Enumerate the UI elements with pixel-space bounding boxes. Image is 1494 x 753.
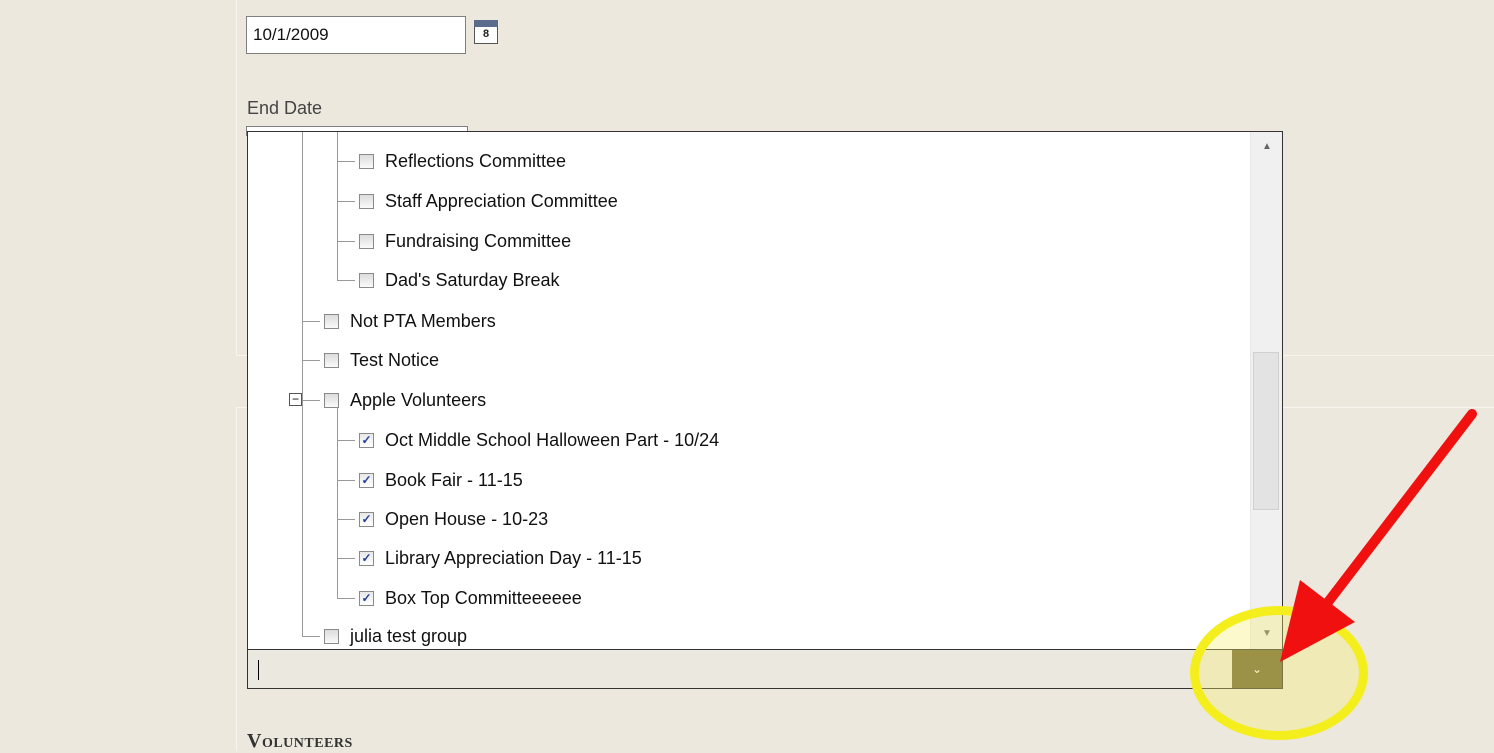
- tree-connector: [337, 558, 355, 559]
- tree-connector: [337, 519, 355, 520]
- tree-connector: [302, 132, 303, 636]
- tree-item-checkbox[interactable]: ✓: [359, 590, 374, 606]
- left-column: [0, 0, 236, 751]
- tree-item-label[interactable]: Oct Middle School Halloween Part - 10/24: [385, 430, 719, 451]
- tree-item-checkbox[interactable]: [324, 392, 339, 408]
- collapse-icon[interactable]: −: [289, 393, 302, 406]
- tree-connector: [337, 201, 355, 202]
- tree-connector: [337, 241, 355, 242]
- tree-item: Test Notice: [324, 347, 439, 373]
- tree-item-checkbox[interactable]: ✓: [359, 511, 374, 527]
- tree-connector: [302, 360, 320, 361]
- tree-item: ✓ Open House - 10-23: [359, 506, 548, 532]
- tree-item-checkbox[interactable]: [359, 193, 374, 209]
- tree-item: julia test group: [324, 623, 467, 649]
- tree-item-label[interactable]: Library Appreciation Day - 11-15: [385, 548, 642, 569]
- text-caret: [258, 660, 259, 680]
- tree-item-label[interactable]: Reflections Committee: [385, 151, 566, 172]
- tree-item: Staff Appreciation Committee: [359, 188, 618, 214]
- tree-connector: [337, 480, 355, 481]
- tree-item-label[interactable]: Book Fair - 11-15: [385, 470, 523, 491]
- tree-item-checkbox[interactable]: [359, 153, 374, 169]
- tree-item-label[interactable]: Apple Volunteers: [350, 390, 486, 411]
- column-divider: [236, 408, 237, 751]
- tree-item-checkbox[interactable]: [324, 352, 339, 368]
- tree-item: ✓ Book Fair - 11-15: [359, 467, 523, 493]
- tree-connector: [302, 321, 320, 322]
- tree-connector: [337, 132, 338, 280]
- tree-item: ✓ Oct Middle School Halloween Part - 10/…: [359, 427, 719, 453]
- tree-item: Reflections Committee: [359, 148, 566, 174]
- tree-connector: [337, 161, 355, 162]
- tree-item-checkbox[interactable]: [359, 233, 374, 249]
- end-date-label: End Date: [247, 98, 323, 118]
- tree-item-label[interactable]: Not PTA Members: [350, 311, 496, 332]
- tree-item-label[interactable]: julia test group: [350, 626, 467, 647]
- tree-item: ✓ Library Appreciation Day - 11-15: [359, 545, 642, 571]
- tree-item-label[interactable]: Test Notice: [350, 350, 439, 371]
- tree-connector: [337, 408, 338, 598]
- group-select-combobox[interactable]: ⌄: [247, 649, 1283, 689]
- tree-item-checkbox[interactable]: ✓: [359, 550, 374, 566]
- scroll-up-icon[interactable]: ▲: [1257, 136, 1277, 158]
- tree-item: Not PTA Members: [324, 308, 496, 334]
- tree-connector: [337, 280, 355, 281]
- calendar-icon[interactable]: 8: [474, 20, 498, 44]
- section-title-volunteers: Volunteers: [247, 730, 353, 752]
- tree-item-label[interactable]: Open House - 10-23: [385, 509, 548, 530]
- tree-item-label[interactable]: Staff Appreciation Committee: [385, 191, 618, 212]
- tree-connector: [337, 598, 355, 599]
- tree-item: Dad's Saturday Break: [359, 267, 560, 293]
- tree-item-label[interactable]: Dad's Saturday Break: [385, 270, 560, 291]
- tree-item-checkbox[interactable]: ✓: [359, 432, 374, 448]
- red-arrow-annotation: [1280, 409, 1477, 662]
- column-divider: [236, 0, 237, 355]
- tree-item-label[interactable]: Fundraising Committee: [385, 231, 571, 252]
- tree-item-checkbox[interactable]: [324, 628, 339, 644]
- start-date-input[interactable]: 10/1/2009: [246, 16, 466, 54]
- tree-connector: [302, 636, 320, 637]
- tree-item: ✓ Box Top Committeeeeee: [359, 585, 582, 611]
- tree-item-label[interactable]: Box Top Committeeeeee: [385, 588, 582, 609]
- group-tree: Reflections Committee Staff Appreciation…: [248, 132, 1250, 649]
- tree-item-checkbox[interactable]: ✓: [359, 472, 374, 488]
- tree-item-checkbox[interactable]: [324, 313, 339, 329]
- group-tree-dropdown: Reflections Committee Staff Appreciation…: [247, 131, 1283, 650]
- tree-item: Fundraising Committee: [359, 228, 571, 254]
- tree-connector: [337, 440, 355, 441]
- tree-item: Apple Volunteers: [324, 387, 486, 413]
- tree-item-checkbox[interactable]: [359, 272, 374, 288]
- tree-connector: [302, 400, 320, 401]
